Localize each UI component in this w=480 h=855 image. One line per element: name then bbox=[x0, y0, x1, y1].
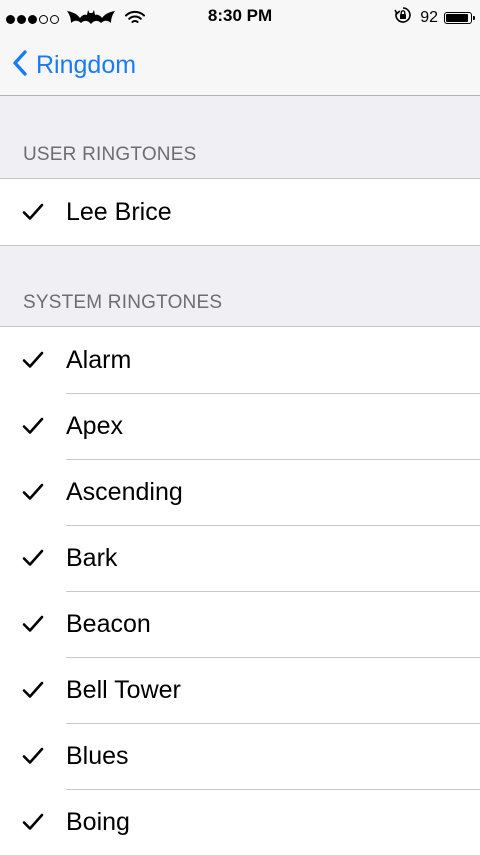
ringtone-name: Boing bbox=[66, 807, 130, 836]
back-button[interactable]: Ringdom bbox=[12, 48, 136, 82]
checkmark-icon bbox=[22, 350, 44, 375]
ringtone-row[interactable]: Boing bbox=[0, 789, 480, 855]
back-button-label: Ringdom bbox=[36, 50, 137, 79]
checkmark-icon bbox=[22, 614, 44, 639]
ringtone-name: Beacon bbox=[66, 609, 151, 638]
battery-percent: 92 bbox=[420, 8, 438, 26]
checkmark-icon bbox=[22, 746, 44, 771]
ringtone-row[interactable]: Beacon bbox=[0, 591, 480, 657]
battery-tip bbox=[473, 15, 475, 20]
chevron-left-icon bbox=[12, 49, 28, 81]
status-bar: 8:30 PM 92 bbox=[0, 0, 480, 34]
status-right: 92 bbox=[394, 6, 475, 29]
checkmark-icon bbox=[22, 482, 44, 507]
section-header-user-ringtones: USER RINGTONES bbox=[23, 144, 197, 165]
ringtone-name: Alarm bbox=[66, 345, 132, 374]
battery-icon bbox=[444, 11, 475, 24]
checkmark-icon bbox=[22, 680, 44, 705]
checkmark-icon bbox=[22, 812, 44, 837]
ringtone-name: Ascending bbox=[66, 477, 183, 506]
user-ringtones-list: Lee Brice bbox=[0, 178, 480, 246]
ringtone-row[interactable]: Apex bbox=[0, 393, 480, 459]
checkmark-icon bbox=[22, 548, 44, 573]
battery-fill bbox=[446, 13, 469, 22]
ringtone-row[interactable]: Bark bbox=[0, 525, 480, 591]
checkmark-icon bbox=[22, 202, 44, 227]
navigation-bar: Ringdom bbox=[0, 34, 480, 96]
ringtone-name: Bell Tower bbox=[66, 675, 181, 704]
ringtone-row[interactable]: Bell Tower bbox=[0, 657, 480, 723]
ringtone-name: Blues bbox=[66, 741, 129, 770]
ringtone-row[interactable]: Alarm bbox=[0, 327, 480, 393]
system-ringtones-list: Alarm Apex Ascending Bark Beacon Bell To… bbox=[0, 326, 480, 855]
ringtone-name: Lee Brice bbox=[66, 197, 172, 226]
checkmark-icon bbox=[22, 416, 44, 441]
ringtone-name: Apex bbox=[66, 411, 123, 440]
section-header-system-ringtones: SYSTEM RINGTONES bbox=[23, 292, 223, 313]
ringtone-name: Bark bbox=[66, 543, 118, 572]
ringtone-row[interactable]: Ascending bbox=[0, 459, 480, 525]
rotation-lock-icon bbox=[394, 6, 412, 29]
ringtone-row[interactable]: Lee Brice bbox=[0, 179, 480, 245]
ringtone-row[interactable]: Blues bbox=[0, 723, 480, 789]
